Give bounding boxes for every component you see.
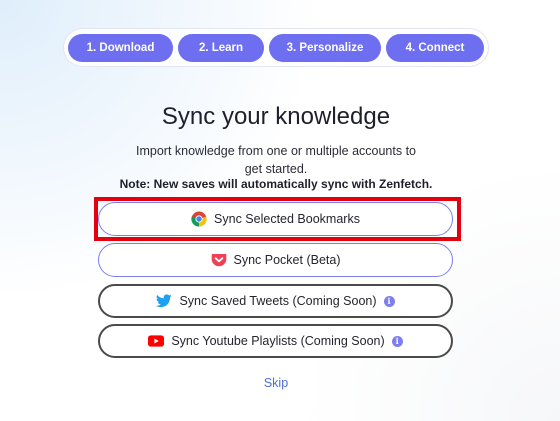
onboarding-stepper: 1. Download 2. Learn 3. Personalize 4. C…: [63, 28, 489, 67]
pocket-icon: [211, 252, 227, 268]
page-subtitle: Import knowledge from one or multiple ac…: [136, 144, 416, 176]
sync-pocket-label: Sync Pocket (Beta): [233, 253, 341, 267]
chrome-icon: [191, 211, 207, 227]
sync-pocket-button[interactable]: Sync Pocket (Beta): [98, 243, 453, 277]
sync-bookmarks-button[interactable]: Sync Selected Bookmarks: [98, 202, 453, 236]
sync-bookmarks-label: Sync Selected Bookmarks: [214, 212, 360, 226]
step-learn[interactable]: 2. Learn: [178, 34, 264, 62]
step-connect[interactable]: 4. Connect: [386, 34, 484, 62]
sync-tweets-label: Sync Saved Tweets (Coming Soon): [179, 294, 377, 308]
info-icon[interactable]: i: [383, 295, 395, 307]
sync-youtube-label: Sync Youtube Playlists (Coming Soon): [171, 334, 385, 348]
youtube-icon: [148, 333, 165, 349]
step-personalize[interactable]: 3. Personalize: [269, 34, 381, 62]
twitter-icon: [156, 293, 173, 309]
sync-youtube-button[interactable]: Sync Youtube Playlists (Coming Soon) i: [98, 324, 453, 358]
sync-tweets-button[interactable]: Sync Saved Tweets (Coming Soon) i: [98, 284, 453, 318]
step-download[interactable]: 1. Download: [68, 34, 173, 62]
info-icon[interactable]: i: [391, 335, 403, 347]
sync-note: Note: New saves will automatically sync …: [119, 177, 433, 191]
skip-link[interactable]: Skip: [0, 376, 552, 390]
page-title: Sync your knowledge: [161, 103, 391, 130]
